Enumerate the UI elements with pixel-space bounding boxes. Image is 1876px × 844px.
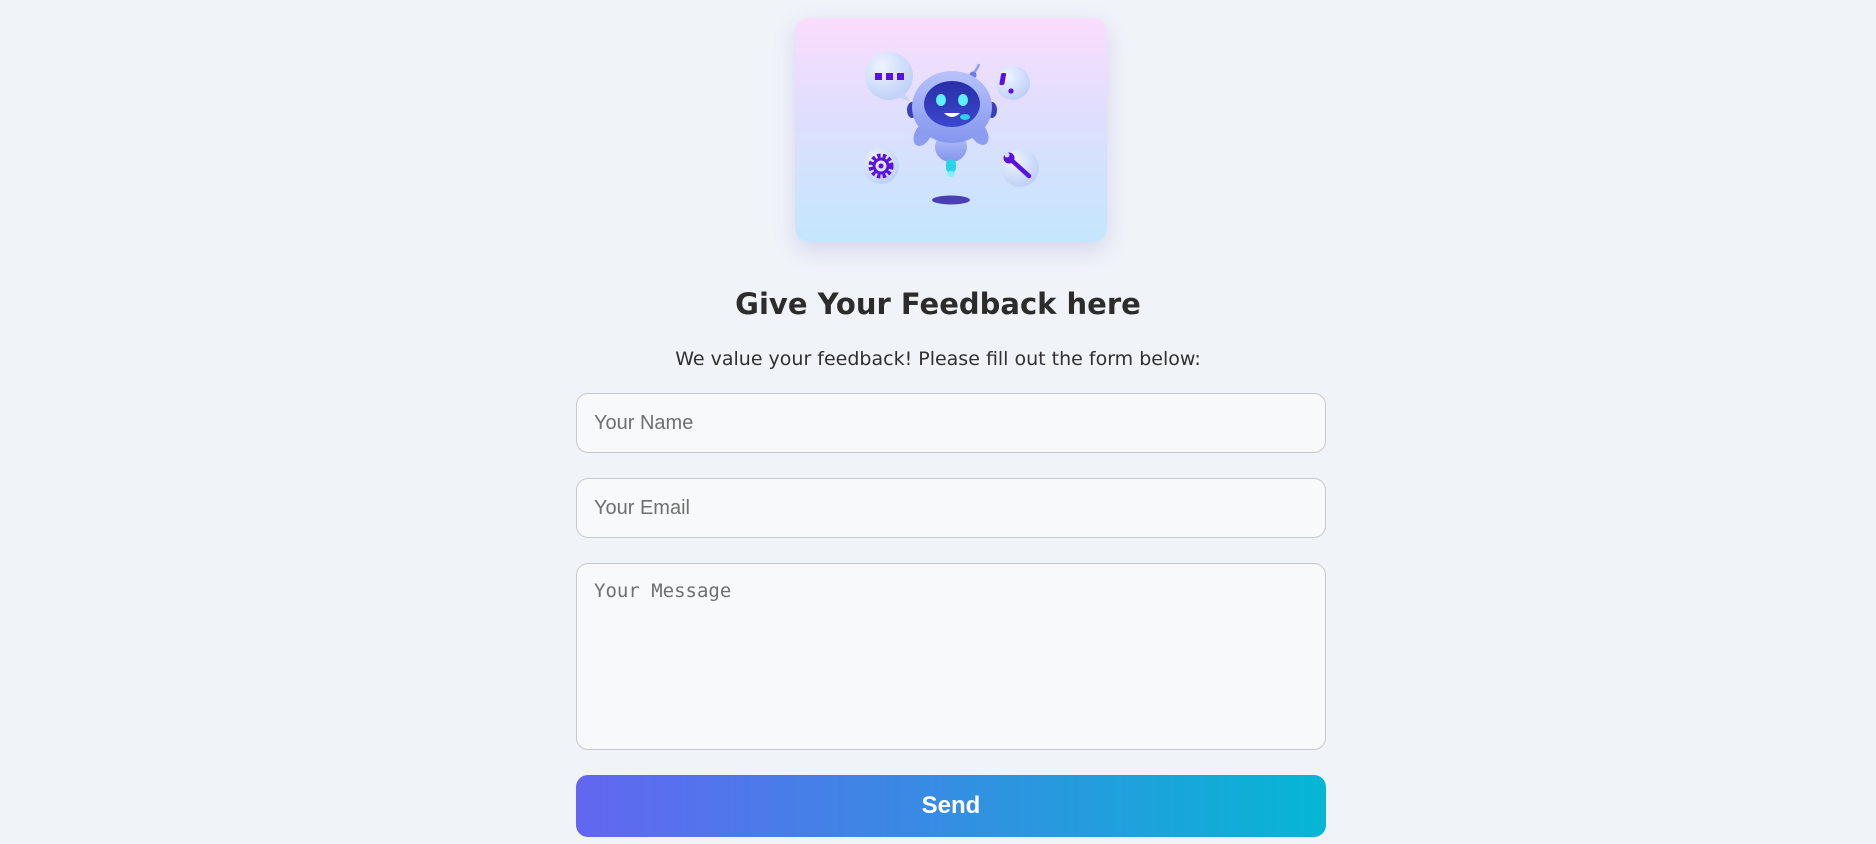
- name-input[interactable]: [576, 393, 1326, 453]
- chat-bubble-icon: [865, 52, 913, 102]
- gear-icon: [863, 148, 899, 184]
- wrench-icon: [1001, 149, 1039, 187]
- exclamation-bubble-icon: [996, 66, 1030, 100]
- message-textarea[interactable]: [576, 563, 1326, 750]
- page-title: Give Your Feedback here: [735, 287, 1141, 321]
- form-description: We value your feedback! Please fill out …: [675, 348, 1201, 370]
- send-button[interactable]: Send: [576, 775, 1326, 837]
- robot-illustration: [795, 18, 1107, 242]
- email-input[interactable]: [576, 478, 1326, 538]
